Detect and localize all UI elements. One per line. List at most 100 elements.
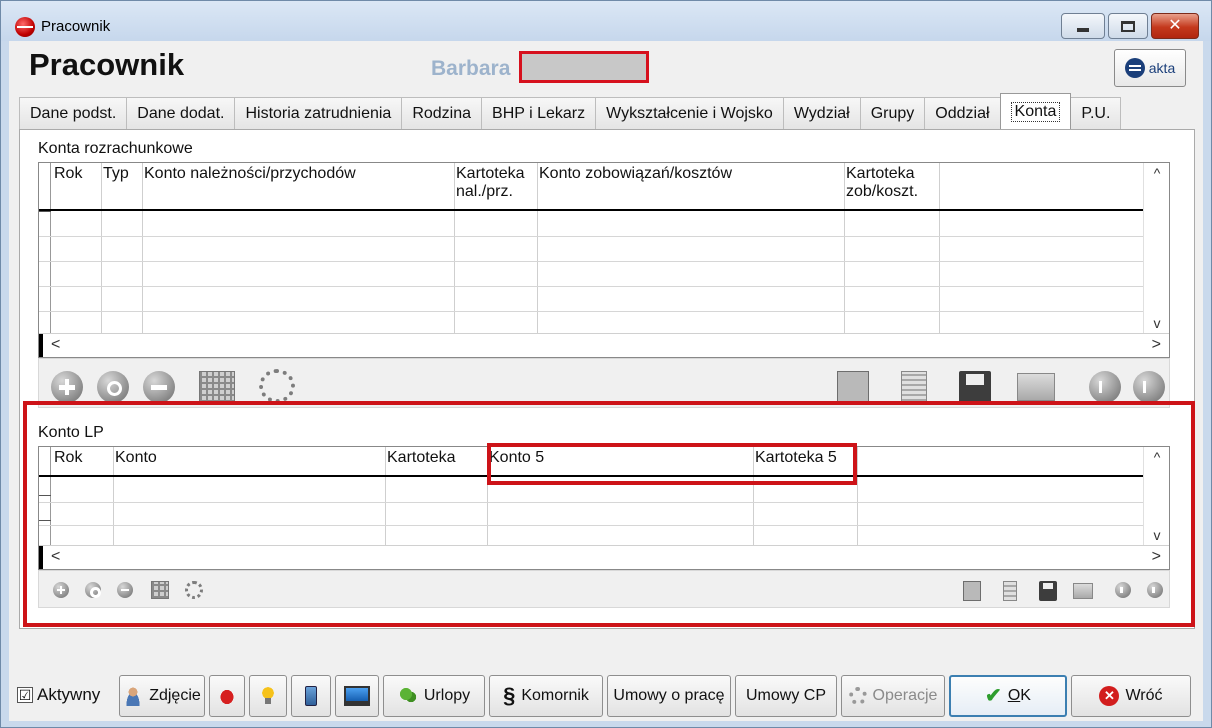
konta-rozrachunkowe-grid[interactable]: Rok Typ Konto należności/przychodów Kart… [38, 162, 1170, 358]
table-row [39, 311, 1169, 312]
column-header-kartoteka-nal[interactable]: Kartoteka nal./prz. [456, 165, 536, 201]
edit-icon[interactable] [97, 371, 129, 403]
tab-dane-dodat[interactable]: Dane dodat. [126, 97, 236, 130]
column-header-konto-zobowiazan[interactable]: Konto zobowiązań/kosztów [539, 165, 732, 183]
ok-label: OK [1007, 687, 1031, 704]
table-row [39, 236, 1169, 237]
maximize-button[interactable] [1108, 13, 1148, 39]
scroll-up-icon[interactable]: ^ [1144, 165, 1169, 181]
vertical-scrollbar[interactable]: ^ v [1143, 163, 1169, 333]
save-icon[interactable] [959, 371, 991, 405]
car-icon [217, 686, 237, 706]
tab-label: BHP i Lekarz [492, 105, 586, 122]
windows-icon[interactable] [1017, 373, 1055, 401]
employee-name: Barbara [431, 57, 511, 80]
aktywny-checkbox[interactable]: ☑ [17, 687, 33, 703]
delete-icon[interactable] [143, 371, 175, 403]
phone-button[interactable] [291, 675, 331, 717]
tab-label: Dane podst. [30, 105, 117, 122]
zdjecie-label: Zdjęcie [149, 687, 201, 704]
e-akta-logo-icon [1124, 58, 1145, 78]
umowy-cp-button[interactable]: Umowy CP [735, 675, 837, 717]
tab-label: Dane dodat. [137, 105, 225, 122]
redacted-surname [519, 51, 649, 83]
konto-5-columns-highlight-frame [487, 443, 857, 485]
cancel-x-icon: ✕ [1099, 686, 1120, 706]
aktywny-checkbox-wrap[interactable]: ☑ Aktywny [17, 685, 100, 705]
client-area: Pracownik Barbara akta Dane podst. Dane … [9, 41, 1203, 721]
minimize-icon [1077, 28, 1089, 32]
e-akta-label: akta [1148, 60, 1176, 76]
aktywny-label: Aktywny [37, 685, 101, 704]
tab-label: Rodzina [412, 105, 472, 122]
tab-dane-podst[interactable]: Dane podst. [19, 97, 128, 130]
scroll-left-icon[interactable]: < [51, 336, 60, 354]
scroll-right-icon[interactable]: > [1152, 336, 1161, 354]
komornik-label: Komornik [521, 687, 589, 704]
tab-historia-zatrudnienia[interactable]: Historia zatrudnienia [234, 97, 403, 130]
column-header-konto-naleznosci[interactable]: Konto należności/przychodów [144, 165, 356, 183]
tab-oddzial[interactable]: Oddział [924, 97, 1001, 130]
column-header-typ[interactable]: Typ [103, 165, 129, 183]
report-icon[interactable] [837, 371, 869, 405]
scroll-down-icon[interactable]: v [1144, 315, 1169, 331]
zdjecie-button[interactable]: Zdjęcie [119, 675, 205, 717]
umowy-o-prace-button[interactable]: Umowy o pracę [607, 675, 731, 717]
previous-icon[interactable] [1089, 371, 1121, 403]
tab-wydzial[interactable]: Wydział [782, 97, 861, 130]
close-button[interactable]: ✕ [1151, 13, 1199, 39]
column-header-rok[interactable]: Rok [54, 165, 82, 183]
horizontal-scrollbar[interactable]: < > [39, 333, 1169, 357]
tab-label: Wykształcenie i Wojsko [606, 105, 773, 122]
table-view-icon[interactable] [199, 371, 235, 403]
wroc-button[interactable]: ✕ Wróć [1071, 675, 1191, 717]
tab-rodzina[interactable]: Rodzina [401, 97, 483, 130]
monitor-button[interactable] [335, 675, 379, 717]
table-row [39, 261, 1169, 262]
tab-label: P.U. [1081, 105, 1111, 122]
tab-label: Wydział [793, 105, 850, 122]
app-icon [15, 17, 35, 37]
urlopy-label: Urlopy [423, 687, 471, 704]
umowy-o-prace-label: Umowy o pracę [613, 687, 725, 704]
row-indicator [39, 211, 51, 212]
bulb-button[interactable] [249, 675, 287, 717]
next-icon[interactable] [1133, 371, 1165, 403]
tab-label: Konta [1010, 101, 1061, 122]
tab-pu[interactable]: P.U. [1070, 97, 1122, 130]
e-akta-button[interactable]: akta [1114, 49, 1186, 87]
close-icon: ✕ [1168, 17, 1182, 34]
bottom-button-bar: ☑ Aktywny Zdjęcie Urlopy § Komornik Umow… [9, 671, 1203, 717]
paragraph-icon: § [503, 683, 516, 708]
tab-bhp-lekarz[interactable]: BHP i Lekarz [481, 97, 597, 130]
monitor-icon [344, 686, 370, 706]
tab-wyksztalcenie-wojsko[interactable]: Wykształcenie i Wojsko [595, 97, 784, 130]
komornik-button[interactable]: § Komornik [489, 675, 603, 717]
column-header-kartoteka-zob[interactable]: Kartoteka zob/koszt. [846, 165, 936, 201]
tab-strip: Dane podst. Dane dodat. Historia zatrudn… [19, 93, 1122, 130]
app-window: Pracownik ✕ Pracownik Barbara akta Dane … [0, 0, 1212, 728]
window-title: Pracownik [41, 18, 111, 35]
umowy-cp-label: Umowy CP [745, 687, 826, 704]
operations-gear-icon [848, 687, 867, 705]
ok-button[interactable]: ✔ OK [949, 675, 1067, 717]
phone-icon [305, 686, 317, 706]
title-bar[interactable]: Pracownik ✕ [1, 1, 1211, 41]
minimize-button[interactable] [1061, 13, 1105, 39]
person-photo-icon [123, 686, 144, 706]
tab-label: Grupy [870, 105, 915, 122]
tab-konta[interactable]: Konta [999, 93, 1072, 129]
lightbulb-icon [258, 686, 278, 706]
tab-grupy[interactable]: Grupy [859, 97, 926, 130]
table-row [39, 286, 1169, 287]
check-icon: ✔ [985, 685, 1002, 707]
settings-gears-icon[interactable] [259, 369, 295, 403]
tab-label: Oddział [935, 105, 990, 122]
document-icon[interactable] [901, 371, 927, 405]
page-title: Pracownik [29, 47, 185, 82]
operacje-button[interactable]: Operacje [841, 675, 945, 717]
grid-header: Rok Typ Konto należności/przychodów Kart… [39, 163, 1169, 211]
urlopy-button[interactable]: Urlopy [383, 675, 485, 717]
add-icon[interactable] [51, 371, 83, 403]
car-button[interactable] [209, 675, 245, 717]
